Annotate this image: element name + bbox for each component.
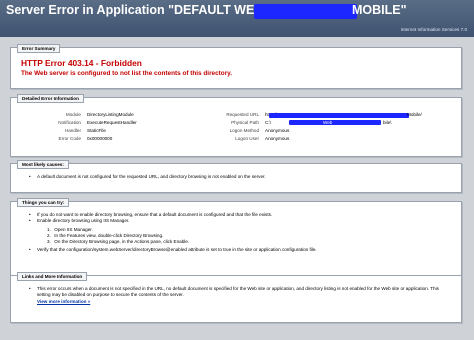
detail-value: ExecuteRequestHandler [87, 120, 137, 125]
detail-value: Anonymous [265, 128, 290, 133]
links-list: This error occurs when a document is not… [29, 286, 449, 305]
panel-heading: Error Summary [17, 44, 61, 53]
header-banner: Server Error in Application "DEFAULT WEB… [0, 0, 474, 37]
detail-label: Error Code [58, 136, 81, 141]
detail-value: StaticFile [87, 128, 106, 133]
detail-label: Notification [58, 120, 81, 125]
step: 3. On the Directory Browsing page, in th… [47, 239, 190, 245]
detail-value: Anonymous [265, 136, 290, 141]
panel-heading: Detailed Error Information [17, 94, 84, 103]
error-summary-panel: Error Summary HTTP Error 403.14 - Forbid… [10, 44, 462, 89]
redaction-bar [254, 4, 357, 19]
redaction-bar [269, 113, 409, 118]
detail-values-left: DirectoryListingModule ExecuteRequestHan… [87, 112, 187, 144]
list-item: A default document is not configured for… [29, 174, 266, 181]
list-item: Verify that the configuration/system.web… [29, 247, 449, 254]
error-description: The Web server is configured to not list… [21, 70, 233, 77]
things-to-try-panel: Things you can try: If you do not want t… [10, 198, 462, 283]
detail-label: Requested URL [226, 112, 259, 117]
detail-value: DirectoryListingModule [87, 112, 134, 117]
detail-value: 0x00000000 [87, 136, 113, 141]
page-title-suffix: MOBILE" [352, 3, 407, 17]
list-item: Enable directory browsing using IIS Mana… [29, 218, 449, 245]
detail-labels-left: Module Notification Handler Error Code [21, 112, 81, 144]
steps-list: 1. Open IIS Manager. 2. In the Features … [47, 227, 449, 246]
detailed-error-panel: Detailed Error Information Module Notifi… [10, 94, 462, 157]
panel-heading: Things you can try: [17, 198, 70, 207]
server-version: Internet Information Services 7.0 [400, 27, 467, 32]
list-item-text: Enable directory browsing using IIS Mana… [37, 218, 130, 224]
links-text: This error occurs when a document is not… [37, 286, 439, 298]
detail-label: Logon User [235, 136, 259, 141]
detail-label: Physical Path [231, 120, 259, 125]
detail-value: C:\ [265, 120, 271, 125]
panel-heading: Most likely causes: [17, 160, 69, 169]
content-area: Error Summary HTTP Error 403.14 - Forbid… [0, 37, 474, 340]
error-title: HTTP Error 403.14 - Forbidden [21, 58, 142, 68]
redaction-bar [289, 120, 381, 125]
panel-heading: Links and More Information [17, 272, 88, 281]
detail-label: Logon Method [229, 128, 259, 133]
things-to-try-list: If you do not want to enable directory b… [29, 212, 449, 254]
view-more-link[interactable]: View more information » [37, 299, 90, 304]
causes-list: A default document is not configured for… [29, 174, 266, 181]
detail-label: Handler [64, 128, 81, 133]
causes-panel: Most likely causes: A default document i… [10, 160, 462, 193]
detail-label: Module [65, 112, 81, 117]
detail-labels-right: Requested URL Physical Path Logon Method… [189, 112, 259, 144]
list-item: This error occurs when a document is not… [29, 286, 449, 305]
links-panel: Links and More Information This error oc… [10, 272, 462, 323]
